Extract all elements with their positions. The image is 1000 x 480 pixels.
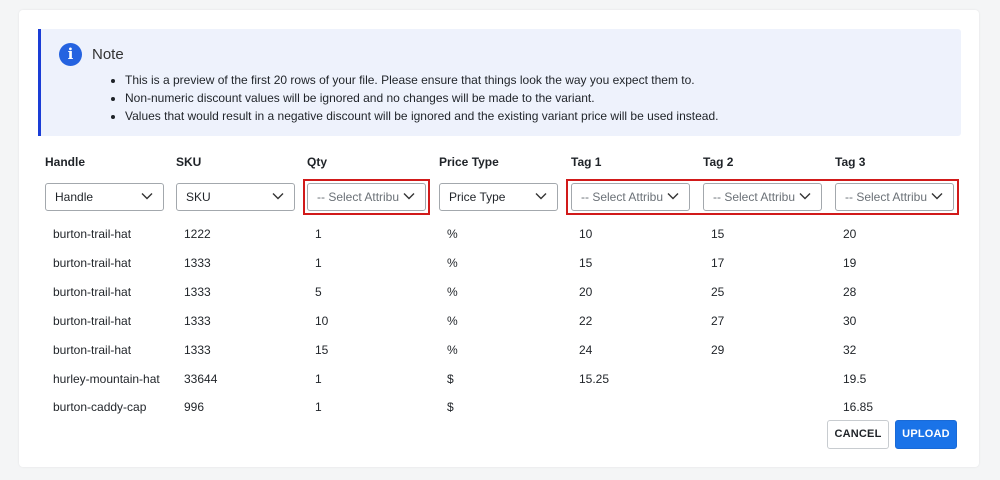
note-item: This is a preview of the first 20 rows o… [125,71,718,89]
cell-price-type: % [447,256,458,270]
chevron-down-icon [667,193,679,200]
cell-sku: 1222 [184,227,211,241]
cell-tag-1: 24 [579,343,593,357]
note-list: This is a preview of the first 20 rows o… [125,71,718,125]
column-header-handle: Handle [45,155,86,169]
select-value: Price Type [449,190,506,204]
cell-price-type: % [447,314,458,328]
cell-handle: burton-trail-hat [53,256,132,270]
mapping-select-tag-3[interactable]: -- Select Attribute -- [835,183,954,211]
select-value: SKU [186,190,211,204]
cell-tag-2: 17 [711,256,725,270]
cell-tag-1: 22 [579,314,593,328]
cancel-button[interactable]: CANCEL [827,420,889,449]
cell-tag-3: 19.5 [843,372,867,386]
cell-qty: 1 [315,227,322,241]
cell-sku: 1333 [184,314,211,328]
chevron-down-icon [272,193,284,200]
select-placeholder: -- Select Attribute -- [713,190,795,204]
select-value: Handle [55,190,94,204]
cell-tag-1: 10 [579,227,593,241]
cell-price-type: $ [447,400,454,414]
cell-handle: burton-trail-hat [53,227,132,241]
chevron-down-icon [931,193,943,200]
info-icon: i [59,43,82,66]
cell-qty: 1 [315,400,322,414]
note-item: Non-numeric discount values will be igno… [125,89,718,107]
cell-tag-2: 27 [711,314,725,328]
cell-handle: hurley-mountain-hat [53,372,160,386]
cell-price-type: % [447,285,458,299]
cell-qty: 15 [315,343,329,357]
cell-handle: burton-trail-hat [53,314,132,328]
cell-tag-2: 25 [711,285,725,299]
mapping-select-sku[interactable]: SKU [176,183,295,211]
mapping-select-tag-2[interactable]: -- Select Attribute -- [703,183,822,211]
cell-tag-3: 28 [843,285,857,299]
mapping-select-tag-1[interactable]: -- Select Attribute -- [571,183,690,211]
cell-qty: 10 [315,314,329,328]
mapping-select-handle[interactable]: Handle [45,183,164,211]
cell-price-type: % [447,227,458,241]
cell-sku: 33644 [184,372,218,386]
column-header-qty: Qty [307,155,328,169]
column-header-tag-2: Tag 2 [703,155,734,169]
cell-qty: 5 [315,285,322,299]
cell-tag-3: 19 [843,256,857,270]
cell-sku: 1333 [184,285,211,299]
cell-sku: 996 [184,400,205,414]
upload-button[interactable]: UPLOAD [895,420,957,449]
cell-sku: 1333 [184,343,211,357]
cell-handle: burton-trail-hat [53,285,132,299]
cell-tag-1: 15.25 [579,372,610,386]
select-placeholder: -- Select Attribute -- [845,190,927,204]
chevron-down-icon [535,193,547,200]
mapping-select-qty[interactable]: -- Select Attribute -- [307,183,426,211]
chevron-down-icon [799,193,811,200]
cell-handle: burton-trail-hat [53,343,132,357]
cell-tag-2: 29 [711,343,725,357]
note-item: Values that would result in a negative d… [125,107,718,125]
cell-tag-3: 32 [843,343,857,357]
column-header-sku: SKU [176,155,202,169]
cell-tag-2: 15 [711,227,725,241]
note-title: Note [92,46,124,63]
cell-tag-1: 15 [579,256,593,270]
column-header-price-type: Price Type [439,155,499,169]
cell-tag-3: 16.85 [843,400,874,414]
cell-tag-1: 20 [579,285,593,299]
cell-tag-3: 30 [843,314,857,328]
cell-qty: 1 [315,372,322,386]
select-placeholder: -- Select Attribute -- [581,190,663,204]
cell-price-type: $ [447,372,454,386]
chevron-down-icon [403,193,415,200]
chevron-down-icon [141,193,153,200]
mapping-select-price-type[interactable]: Price Type [439,183,558,211]
cell-tag-3: 20 [843,227,857,241]
note-panel: i Note This is a preview of the first 20… [38,29,961,136]
column-header-tag-1: Tag 1 [571,155,602,169]
select-placeholder: -- Select Attribute -- [317,190,399,204]
cell-price-type: % [447,343,458,357]
cell-sku: 1333 [184,256,211,270]
cell-qty: 1 [315,256,322,270]
column-header-tag-3: Tag 3 [835,155,866,169]
cell-handle: burton-caddy-cap [53,400,147,414]
